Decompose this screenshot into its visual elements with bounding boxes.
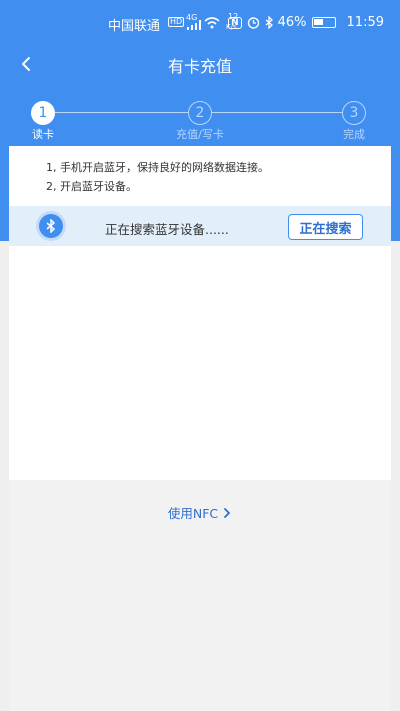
wifi-icon bbox=[204, 17, 220, 29]
bottom-panel: 使用NFC bbox=[9, 480, 391, 711]
use-nfc-label: 使用NFC bbox=[167, 506, 219, 521]
chevron-right-icon bbox=[224, 507, 231, 518]
bluetooth-status-icon bbox=[265, 16, 273, 29]
alarm-icon bbox=[247, 17, 259, 29]
step-connector bbox=[55, 112, 188, 113]
step-connector bbox=[212, 112, 342, 113]
battery-percent: 46% bbox=[277, 15, 307, 30]
instruction-line: 2, 开启蓝牙设备。 bbox=[46, 180, 137, 193]
bluetooth-card: 1, 手机开启蓝牙，保持良好的网络数据连接。 2, 开启蓝牙设备。 正在搜索蓝牙… bbox=[9, 146, 391, 480]
step-1-label: 读卡 bbox=[32, 128, 54, 141]
use-nfc-link[interactable]: 使用NFC bbox=[9, 503, 391, 522]
bluetooth-search-row: 正在搜索蓝牙设备...... 正在搜索 bbox=[9, 206, 391, 246]
page-title: 有卡充值 bbox=[167, 57, 232, 76]
hd-badge: HD bbox=[168, 17, 185, 27]
step-3-label: 完成 bbox=[343, 128, 365, 141]
step-1-circle: 1 bbox=[31, 101, 55, 125]
status-icons: N 46% 11:59 bbox=[228, 15, 384, 30]
battery-icon bbox=[311, 17, 336, 28]
step-2-circle: 2 bbox=[188, 101, 212, 125]
carrier-name: 中国联通 bbox=[108, 19, 161, 34]
step-indicator: 1 读卡 2 充值/写卡 3 完成 bbox=[0, 84, 400, 146]
instruction-line: 1, 手机开启蓝牙，保持良好的网络数据连接。 bbox=[46, 161, 269, 174]
instructions: 1, 手机开启蓝牙，保持良好的网络数据连接。 2, 开启蓝牙设备。 bbox=[46, 158, 269, 196]
searching-button[interactable]: 正在搜索 bbox=[288, 214, 363, 240]
step-2-label: 充值/写卡 bbox=[176, 128, 224, 141]
step-3-circle: 3 bbox=[342, 101, 366, 125]
search-status-text: 正在搜索蓝牙设备...... bbox=[105, 222, 229, 237]
header: 有卡充值 bbox=[0, 44, 400, 84]
bluetooth-icon bbox=[39, 214, 63, 238]
signal-icon bbox=[187, 20, 201, 30]
clock: 11:59 bbox=[346, 15, 384, 30]
nfc-status-icon: N bbox=[228, 16, 242, 29]
status-bar: 中国联通 HD 4G 12 K/s N 46% 11:59 bbox=[0, 0, 400, 44]
